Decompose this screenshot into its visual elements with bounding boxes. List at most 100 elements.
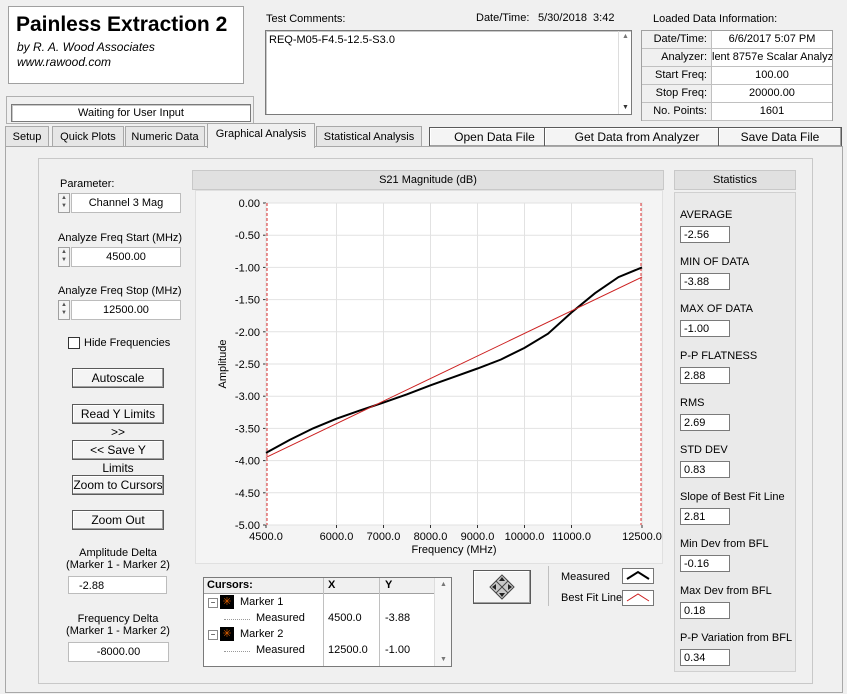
frequency-delta-label: Frequency Delta (Marker 1 - Marker 2) [66,613,170,637]
legend-measured-icon [626,570,650,580]
stat-min-dev-bfl: -0.16 [680,555,730,572]
test-comments-text: REQ-M05-F4.5-12.5-S3.0 [269,34,395,46]
cursor-y-value: -1.00 [385,644,411,656]
test-datetime: 5/30/2018 3:42 [538,12,615,24]
stat-pp-variation-bfl: 0.34 [680,649,730,666]
cursor-row-marker-2[interactable]: − ✳ Marker 2 [204,627,434,643]
y-tick-label: -2.00 [235,327,260,339]
loaded-data-title: Loaded Data Information: [653,13,778,25]
scroll-up-icon[interactable]: ▲ [440,581,447,588]
analyze-freq-stop-input[interactable]: 12500.00 [71,300,181,320]
tab-numeric-data[interactable]: Numeric Data [125,126,205,147]
marker-icon: ✳ [220,627,234,641]
x-tick-label: 7000.0 [367,531,401,543]
legend-measured-label: Measured [561,571,610,583]
scroll-down-icon[interactable]: ▼ [622,104,629,111]
legend-fit-icon [626,593,650,602]
hide-frequencies-checkbox[interactable] [68,337,80,349]
cursor-row-measured: Measured 12500.0 -1.00 [204,643,434,659]
save-data-file-button[interactable]: Save Data File [718,127,842,147]
tree-line [224,651,250,652]
x-axis-label: Frequency (MHz) [412,544,497,556]
cursor-move-pad[interactable] [473,570,531,604]
zoom-out-button[interactable]: Zoom Out [72,510,164,530]
stat-max-of-data: -1.00 [680,320,730,337]
tree-line [224,619,250,620]
get-data-from-analyzer-button[interactable]: Get Data from Analyzer [544,127,730,147]
tab-setup[interactable]: Setup [5,126,49,147]
stat-label: Max Dev from BFL [680,585,772,597]
loaded-row: No. Points: 1601 [642,103,832,121]
stat-pp-flatness: 2.88 [680,367,730,384]
app-title-panel: Painless Extraction 2 by R. A. Wood Asso… [8,6,244,84]
y-tick-label: -1.00 [235,262,260,274]
stat-std-dev: 0.83 [680,461,730,478]
stat-min-of-data: -3.88 [680,273,730,290]
zoom-to-cursors-button[interactable]: Zoom to Cursors [72,475,164,495]
hide-frequencies-label: Hide Frequencies [84,337,171,349]
amplitude-delta-text: -2.88 [79,580,105,592]
parameter-select[interactable]: Channel 3 Mag [71,193,181,213]
chart-area: 0.00 -0.50 -1.00 -1.50 -2.00 -2.50 -3.00 -3.50 -… [195,190,663,564]
app-author: by R. A. Wood Associates [17,40,155,54]
status-indicator: Waiting for User Input [11,104,251,122]
cursor-sub-label: Measured [256,644,305,656]
cursor-table-header: Cursors: X Y [204,578,451,594]
stat-slope-bfl: 2.81 [680,508,730,525]
cursor-row-marker-1[interactable]: − ✳ Marker 1 [204,595,434,611]
y-axis-label: Amplitude [217,340,229,389]
tab-quick-plots[interactable]: Quick Plots [52,126,124,147]
analyze-freq-start-input[interactable]: 4500.00 [71,247,181,267]
app-title: Painless Extraction 2 [16,13,228,36]
tab-graphical-analysis[interactable]: Graphical Analysis [207,123,315,148]
cursor-move-icon [489,574,515,600]
stat-label: AVERAGE [680,209,733,221]
y-tick-label: -3.50 [235,423,260,435]
collapse-icon[interactable]: − [208,630,218,640]
cursor-row-measured: Measured 4500.0 -3.88 [204,611,434,627]
app-website: www.rawood.com [17,55,112,69]
cursor-table-scrollbar[interactable]: ▲ ▼ [434,578,451,666]
marker-icon: ✳ [220,595,234,609]
x-tick-label: 12500.0 [622,531,662,543]
legend-measured-swatch [622,568,654,584]
y-tick-label: -4.50 [235,488,260,500]
tab-statistical-analysis[interactable]: Statistical Analysis [316,126,422,147]
cursor-x-header: X [328,579,336,591]
x-tick-label: 10000.0 [505,531,545,543]
freq-start-spinner[interactable]: ▲ ▼ [58,247,70,267]
s21-magnitude-chart: 0.00 -0.50 -1.00 -1.50 -2.00 -2.50 -3.00 -3.50 -… [217,198,662,556]
save-y-limits-button[interactable]: << Save Y Limits [72,440,164,475]
legend-fit-swatch [622,590,654,606]
y-tick-label: 0.00 [239,198,260,210]
stat-label: MAX OF DATA [680,303,753,315]
loaded-row: Date/Time: 6/6/2017 5:07 PM [642,31,832,49]
y-tick-label: -0.50 [235,230,260,242]
stat-average: -2.56 [680,226,730,243]
freq-stop-spinner[interactable]: ▲ ▼ [58,300,70,320]
stat-label: STD DEV [680,444,728,456]
comments-scrollbar[interactable]: ▲ ▼ [618,31,631,114]
cursor-y-value: -3.88 [385,612,411,624]
y-tick-label: -1.50 [235,295,260,307]
open-data-file-button[interactable]: Open Data File [429,127,560,147]
scroll-up-icon[interactable]: ▲ [622,33,629,40]
cursor-x-value: 12500.0 [328,644,368,656]
x-tick-label: 8000.0 [414,531,448,543]
loaded-data-table: Date/Time: 6/6/2017 5:07 PM Analyzer: lent… [641,30,833,121]
amplitude-delta-label: Amplitude Delta (Marker 1 - Marker 2) [66,547,170,571]
test-comments-label: Test Comments: [266,13,346,25]
autoscale-button[interactable]: Autoscale [72,368,164,388]
scroll-down-icon[interactable]: ▼ [440,656,447,663]
stat-label: Slope of Best Fit Line [680,491,785,503]
x-tick-label: 11000.0 [552,531,591,543]
legend-fit-label: Best Fit Line [561,592,623,604]
x-tick-label: 9000.0 [461,531,495,543]
cursors-header: Cursors: [207,579,253,591]
stat-label: P-P Variation from BFL [680,632,793,644]
parameter-spinner[interactable]: ▲ ▼ [58,193,70,213]
collapse-icon[interactable]: − [208,598,218,608]
test-comments-field[interactable]: REQ-M05-F4.5-12.5-S3.0 ▲ ▼ [265,30,632,115]
y-tick-label: -3.00 [235,391,260,403]
read-y-limits-button[interactable]: Read Y Limits >> [72,404,164,439]
